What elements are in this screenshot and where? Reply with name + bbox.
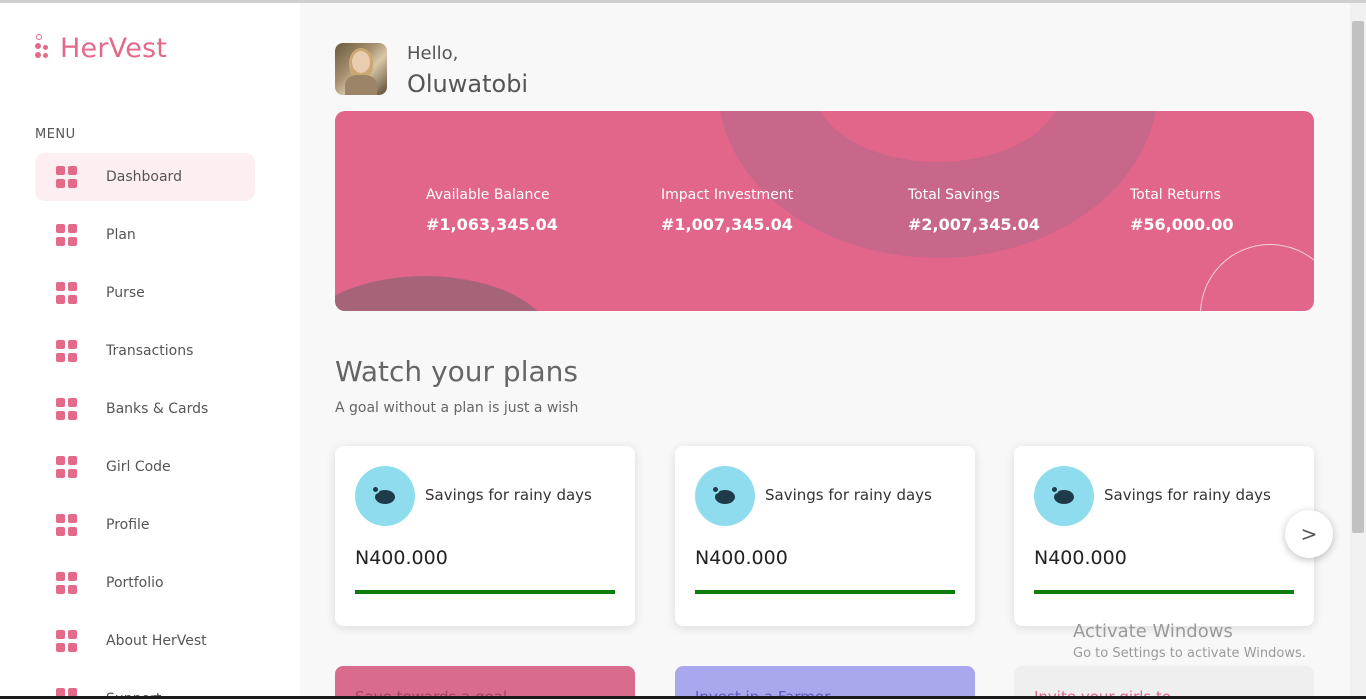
stat-value: #56,000.00 — [1130, 215, 1234, 234]
grid-icon — [56, 630, 78, 652]
grid-icon — [56, 340, 78, 362]
sidebar-item-profile[interactable]: Profile — [35, 501, 255, 549]
sidebar-item-label: Girl Code — [106, 459, 171, 475]
sidebar: HerVest MENU Dashboard Plan Purse Transa… — [0, 3, 300, 699]
piggy-bank-icon — [695, 466, 755, 526]
next-arrow-button[interactable]: > — [1285, 510, 1333, 558]
sidebar-item-label: Purse — [106, 285, 145, 301]
brand-name: HerVest — [60, 33, 168, 64]
user-name: Oluwatobi — [407, 70, 529, 98]
stat-total-savings: Total Savings #2,007,345.04 — [908, 187, 1040, 234]
menu-heading: MENU — [35, 127, 76, 142]
stat-total-returns: Total Returns #56,000.00 — [1130, 187, 1234, 234]
plan-progress-fill — [695, 590, 955, 594]
sidebar-item-plan[interactable]: Plan — [35, 211, 255, 259]
plan-progress-bar — [355, 590, 615, 594]
stat-label: Total Savings — [908, 187, 1000, 203]
sidebar-item-label: Plan — [106, 227, 136, 243]
sidebar-item-label: Portfolio — [106, 575, 164, 591]
plan-title: Savings for rainy days — [765, 486, 932, 504]
stat-label: Impact Investment — [661, 187, 794, 203]
stat-value: #1,007,345.04 — [661, 215, 793, 234]
piggy-bank-icon — [1034, 466, 1094, 526]
decor-blob — [335, 276, 555, 311]
stat-available-balance: Available Balance #1,063,345.04 — [426, 187, 558, 234]
plan-title: Savings for rainy days — [1104, 486, 1271, 504]
sidebar-item-purse[interactable]: Purse — [35, 269, 255, 317]
grid-icon — [56, 398, 78, 420]
grid-icon — [56, 224, 78, 246]
action-card-invest-farmer[interactable]: Invest in a Farmer — [675, 666, 975, 699]
grid-icon — [56, 166, 78, 188]
plan-title: Savings for rainy days — [425, 486, 592, 504]
sidebar-item-dashboard[interactable]: Dashboard — [35, 153, 255, 201]
stat-value: #1,063,345.04 — [426, 215, 558, 234]
stat-label: Available Balance — [426, 187, 550, 203]
piggy-bank-icon — [355, 466, 415, 526]
stat-value: #2,007,345.04 — [908, 215, 1040, 234]
plan-amount: N400.000 — [355, 547, 448, 569]
sidebar-item-label: Profile — [106, 517, 150, 533]
brand-logo[interactable]: HerVest — [34, 33, 167, 64]
stat-label: Total Returns — [1130, 187, 1221, 203]
plan-card[interactable]: Savings for rainy days N400.000 — [335, 446, 635, 626]
watermark-subtitle: Go to Settings to activate Windows. — [1073, 646, 1306, 661]
sidebar-nav: Dashboard Plan Purse Transactions Banks … — [35, 153, 255, 699]
sidebar-item-girl-code[interactable]: Girl Code — [35, 443, 255, 491]
plan-progress-fill — [355, 590, 615, 594]
decor-arc — [1186, 230, 1314, 311]
plan-card[interactable]: Savings for rainy days N400.000 — [675, 446, 975, 626]
plan-progress-bar — [1034, 590, 1294, 594]
scrollbar-thumb[interactable] — [1352, 21, 1364, 533]
sidebar-item-portfolio[interactable]: Portfolio — [35, 559, 255, 607]
sidebar-item-about[interactable]: About HerVest — [35, 617, 255, 665]
sidebar-item-transactions[interactable]: Transactions — [35, 327, 255, 375]
watermark-title: Activate Windows — [1073, 621, 1233, 642]
section-title: Watch your plans — [335, 355, 578, 388]
plan-amount: N400.000 — [1034, 547, 1127, 569]
balance-banner: Available Balance #1,063,345.04 Impact I… — [335, 111, 1314, 311]
sidebar-item-label: About HerVest — [106, 633, 207, 649]
plan-progress-fill — [1034, 590, 1294, 594]
plan-card[interactable]: Savings for rainy days N400.000 — [1014, 446, 1314, 626]
sidebar-item-label: Banks & Cards — [106, 401, 209, 417]
stat-impact-investment: Impact Investment #1,007,345.04 — [661, 187, 793, 234]
sidebar-item-label: Dashboard — [106, 169, 182, 185]
action-card-invite-girls[interactable]: Invite your girls to — [1014, 666, 1314, 699]
grid-icon — [56, 282, 78, 304]
grid-icon — [56, 572, 78, 594]
sidebar-item-label: Transactions — [106, 343, 194, 359]
page-scrollbar[interactable] — [1350, 3, 1366, 699]
plan-amount: N400.000 — [695, 547, 788, 569]
section-subtitle: A goal without a plan is just a wish — [335, 400, 579, 416]
action-card-save-goal[interactable]: Save towards a goal — [335, 666, 635, 699]
sidebar-item-banks-cards[interactable]: Banks & Cards — [35, 385, 255, 433]
grid-icon — [56, 456, 78, 478]
avatar[interactable] — [335, 43, 387, 95]
plan-progress-bar — [695, 590, 955, 594]
grid-icon — [56, 514, 78, 536]
windows-activation-watermark: Activate Windows Go to Settings to activ… — [1073, 621, 1306, 661]
user-greeting: Hello, Oluwatobi — [335, 43, 528, 98]
decor-ring — [718, 111, 1158, 258]
greeting-hello: Hello, — [407, 43, 459, 64]
logo-icon — [34, 33, 52, 64]
